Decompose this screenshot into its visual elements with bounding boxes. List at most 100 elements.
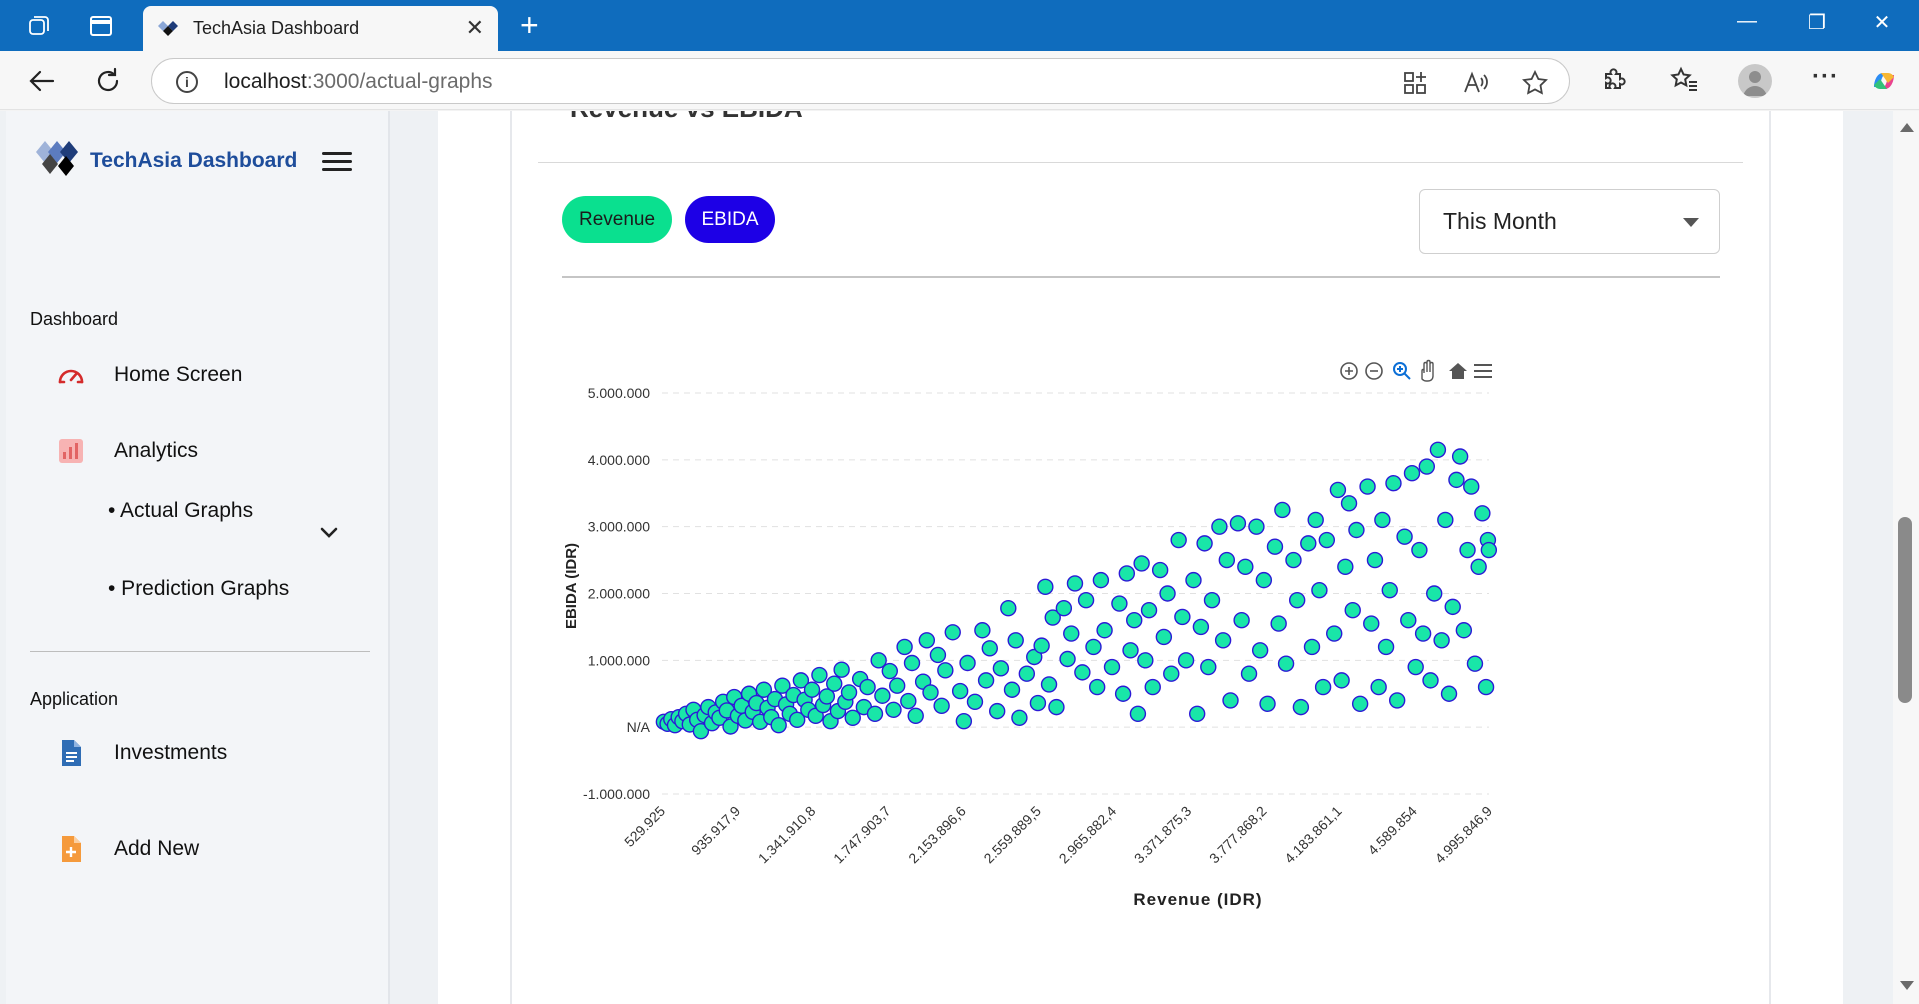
data-point[interactable] [1111, 595, 1128, 612]
data-point[interactable] [903, 654, 921, 672]
data-point[interactable] [866, 705, 884, 722]
data-point[interactable] [1344, 602, 1361, 619]
data-point[interactable] [1266, 538, 1284, 555]
data-point[interactable] [1000, 600, 1017, 617]
data-point[interactable] [1248, 518, 1265, 535]
data-point[interactable] [1074, 664, 1091, 681]
data-point[interactable] [1340, 495, 1358, 512]
data-point[interactable] [1251, 642, 1269, 659]
workspaces-icon[interactable] [26, 13, 52, 39]
restore-button[interactable]: ❐ [1797, 10, 1837, 35]
selection-zoom-icon[interactable] [1393, 362, 1411, 380]
data-point[interactable] [1333, 672, 1350, 689]
data-point[interactable] [1285, 551, 1302, 569]
data-point[interactable] [1196, 535, 1213, 552]
data-point[interactable] [1288, 591, 1306, 609]
data-point[interactable] [1151, 561, 1169, 579]
close-window-button[interactable]: ✕ [1862, 10, 1902, 35]
data-point[interactable] [937, 662, 954, 679]
data-point[interactable] [974, 622, 991, 639]
data-point[interactable] [1218, 551, 1236, 569]
url-text[interactable]: localhost:3000/actual-graphs [224, 70, 493, 94]
data-point[interactable] [1144, 678, 1161, 696]
data-point[interactable] [1466, 655, 1484, 672]
scrollbar-thumb[interactable] [1898, 517, 1912, 703]
data-point[interactable] [988, 702, 1006, 720]
data-point[interactable] [1177, 652, 1195, 669]
data-point[interactable] [1003, 681, 1021, 698]
data-point[interactable] [1129, 705, 1147, 722]
data-point[interactable] [1122, 642, 1139, 659]
sidebar-subitem-actual-graphs[interactable]: • Actual Graphs [108, 499, 253, 523]
chevron-down-icon[interactable] [318, 521, 340, 543]
data-point[interactable] [992, 660, 1010, 677]
data-point[interactable] [859, 678, 876, 696]
data-point[interactable] [1059, 650, 1076, 668]
data-point[interactable] [1029, 694, 1047, 712]
data-point[interactable] [907, 707, 924, 725]
minimize-button[interactable]: — [1727, 10, 1767, 33]
data-point[interactable] [1307, 511, 1324, 529]
data-point[interactable] [959, 654, 976, 672]
data-point[interactable] [1103, 658, 1121, 676]
data-point[interactable] [1007, 632, 1024, 649]
active-tab[interactable]: TechAsia Dashboard ✕ [143, 6, 498, 51]
vertical-scrollbar[interactable] [1893, 111, 1919, 1004]
data-point[interactable] [1066, 575, 1084, 592]
data-point[interactable] [1403, 464, 1421, 482]
data-point[interactable] [1292, 698, 1310, 716]
data-point[interactable] [933, 697, 950, 714]
data-point[interactable] [966, 693, 984, 710]
data-point[interactable] [1114, 685, 1132, 702]
data-point[interactable] [1155, 628, 1173, 646]
data-point[interactable] [1314, 678, 1332, 696]
data-point[interactable] [1211, 518, 1228, 535]
data-point[interactable] [1229, 515, 1247, 532]
data-point[interactable] [1277, 655, 1295, 672]
data-point[interactable] [833, 661, 850, 678]
data-point[interactable] [1092, 571, 1110, 589]
data-point[interactable] [1037, 578, 1054, 596]
data-point[interactable] [1096, 622, 1113, 639]
data-point[interactable] [900, 692, 917, 710]
data-point[interactable] [874, 687, 891, 704]
data-point[interactable] [1359, 478, 1376, 495]
data-point[interactable] [1040, 676, 1058, 693]
data-point[interactable] [1018, 665, 1036, 682]
data-point[interactable] [1255, 571, 1273, 589]
data-point[interactable] [955, 712, 973, 730]
data-point[interactable] [1422, 672, 1439, 689]
copilot-icon[interactable] [1868, 65, 1898, 95]
data-point[interactable] [896, 638, 913, 656]
data-point[interactable] [1381, 581, 1398, 599]
data-point[interactable] [803, 681, 821, 698]
data-point[interactable] [1192, 618, 1210, 636]
data-point[interactable] [981, 640, 998, 657]
data-point[interactable] [1366, 551, 1384, 569]
extensions-icon[interactable] [1598, 65, 1628, 95]
data-point[interactable] [1374, 511, 1391, 529]
data-point[interactable] [977, 672, 995, 689]
data-point[interactable] [1137, 652, 1154, 669]
data-point[interactable] [1300, 535, 1317, 552]
close-tab-icon[interactable]: ✕ [466, 16, 484, 40]
data-point[interactable] [1233, 612, 1250, 629]
revenue-filter-button[interactable]: Revenue [562, 196, 672, 243]
data-point[interactable] [918, 632, 936, 649]
tab-actions-icon[interactable] [88, 13, 114, 39]
data-point[interactable] [811, 666, 828, 684]
data-point[interactable] [888, 677, 906, 694]
scroll-up-arrow-icon[interactable] [1900, 123, 1914, 132]
data-point[interactable] [1318, 531, 1336, 549]
data-point[interactable] [885, 701, 902, 718]
data-point[interactable] [1411, 541, 1428, 559]
data-point[interactable] [1474, 505, 1491, 522]
data-point[interactable] [929, 646, 947, 664]
data-point[interactable] [1240, 665, 1258, 682]
data-point[interactable] [1214, 632, 1232, 649]
refresh-icon[interactable] [92, 65, 124, 97]
data-point[interactable] [1480, 541, 1498, 559]
data-point[interactable] [1455, 622, 1473, 639]
data-point[interactable] [1011, 709, 1028, 727]
favorites-icon[interactable] [1670, 65, 1700, 95]
